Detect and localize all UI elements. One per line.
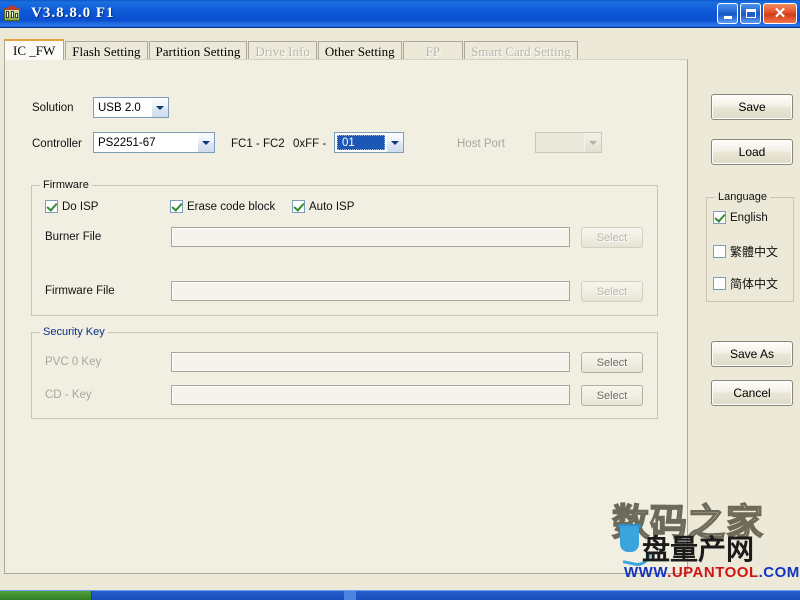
save-button[interactable]: Save — [711, 94, 793, 120]
checkbox-icon — [45, 200, 58, 213]
solution-label: Solution — [32, 102, 74, 114]
checkbox-icon — [170, 200, 183, 213]
maximize-icon — [745, 9, 756, 18]
controller-label: Controller — [32, 138, 82, 150]
firmware-file-input[interactable] — [171, 281, 570, 301]
close-button[interactable]: ✕ — [763, 3, 797, 24]
language-traditional-chinese-label: 繁體中文 — [730, 245, 779, 259]
auto-isp-label: Auto ISP — [309, 200, 355, 213]
language-group: Language English 繁體中文 简体中文 — [706, 191, 794, 302]
load-button[interactable]: Load — [711, 139, 793, 165]
checkbox-icon — [713, 245, 726, 258]
burner-file-input[interactable] — [171, 227, 570, 247]
fc-range-value: 01 — [337, 135, 385, 150]
controller-select[interactable]: PS2251-67 — [93, 132, 215, 153]
cd-key-label: CD - Key — [45, 389, 92, 401]
language-english-checkbox[interactable]: English — [713, 211, 768, 224]
erase-code-block-checkbox[interactable]: Erase code block — [170, 200, 275, 213]
pvc-0-key-select-button[interactable]: Select — [581, 352, 643, 373]
fc-range-label: FC1 - FC2 — [231, 138, 285, 150]
security-key-group-legend: Security Key — [40, 326, 108, 338]
application-window: V3.8.8.0 F1 ✕ IC _FW Flash Setting Parti… — [0, 0, 800, 600]
burner-file-select-button[interactable]: Select — [581, 227, 643, 248]
chevron-down-icon[interactable] — [386, 133, 403, 152]
ic-fw-panel: Solution USB 2.0 Controller PS2251-67 FC… — [4, 59, 688, 574]
language-english-label: English — [730, 211, 768, 224]
solution-select[interactable]: USB 2.0 — [93, 97, 169, 118]
pvc-0-key-input[interactable] — [171, 352, 570, 372]
host-port-select — [535, 132, 602, 153]
fc-range-prefix: 0xFF - — [293, 138, 327, 150]
chevron-down-icon — [584, 133, 601, 152]
host-port-value — [536, 133, 584, 152]
tab-drive-info: Drive Info — [248, 41, 317, 60]
firmware-file-select-button[interactable]: Select — [581, 281, 643, 302]
minimize-button[interactable] — [717, 3, 738, 24]
tab-flash-setting[interactable]: Flash Setting — [65, 41, 148, 60]
taskbar-window-button[interactable] — [344, 591, 356, 600]
cd-key-input[interactable] — [171, 385, 570, 405]
taskbar — [0, 590, 800, 600]
tab-other-setting[interactable]: Other Setting — [317, 41, 402, 60]
app-icon — [3, 4, 21, 23]
do-isp-checkbox[interactable]: Do ISP — [45, 200, 98, 213]
start-button[interactable] — [0, 591, 92, 600]
firmware-group: Firmware Do ISP Erase code block Auto IS… — [31, 179, 658, 316]
firmware-group-legend: Firmware — [40, 179, 92, 191]
save-as-button[interactable]: Save As — [711, 341, 793, 367]
firmware-file-label: Firmware File — [45, 285, 115, 297]
do-isp-label: Do ISP — [62, 200, 99, 213]
title-bar: V3.8.8.0 F1 ✕ — [0, 0, 800, 28]
language-group-legend: Language — [715, 191, 770, 203]
window-title: V3.8.8.0 F1 — [31, 5, 115, 21]
language-traditional-chinese-checkbox[interactable]: 繁體中文 — [713, 243, 778, 260]
cancel-button[interactable]: Cancel — [711, 380, 793, 406]
tab-smart-card-setting: Smart Card Setting — [464, 41, 578, 60]
tab-ic-fw[interactable]: IC _FW — [4, 39, 65, 60]
window-controls: ✕ — [717, 3, 797, 24]
pvc-0-key-label: PVC 0 Key — [45, 356, 102, 368]
auto-isp-checkbox[interactable]: Auto ISP — [292, 200, 354, 213]
erase-code-block-label: Erase code block — [187, 200, 276, 213]
security-key-group: Security Key PVC 0 Key Select CD - Key S… — [31, 326, 658, 419]
language-simplified-chinese-label: 简体中文 — [730, 277, 779, 291]
tab-fp: FP — [402, 41, 464, 60]
maximize-button[interactable] — [740, 3, 761, 24]
host-port-label: Host Port — [457, 138, 505, 150]
tab-partition-setting[interactable]: Partition Setting — [148, 41, 248, 60]
minimize-icon — [723, 16, 732, 19]
solution-value: USB 2.0 — [94, 98, 151, 117]
fc-range-select[interactable]: 01 — [334, 132, 404, 153]
chevron-down-icon[interactable] — [197, 133, 214, 152]
controller-value: PS2251-67 — [94, 133, 197, 152]
checkbox-icon — [292, 200, 305, 213]
close-icon: ✕ — [773, 4, 787, 22]
language-simplified-chinese-checkbox[interactable]: 简体中文 — [713, 275, 778, 292]
checkbox-icon — [713, 277, 726, 290]
burner-file-label: Burner File — [45, 231, 102, 243]
watermark-cup-icon — [618, 524, 652, 569]
watermark-url-dot-2: . — [758, 564, 764, 581]
watermark-url-tld: COM — [763, 564, 800, 581]
cd-key-select-button[interactable]: Select — [581, 385, 643, 406]
chevron-down-icon[interactable] — [151, 98, 168, 117]
tab-bar: IC _FW Flash Setting Partition Setting D… — [4, 39, 579, 60]
checkbox-icon — [713, 211, 726, 224]
